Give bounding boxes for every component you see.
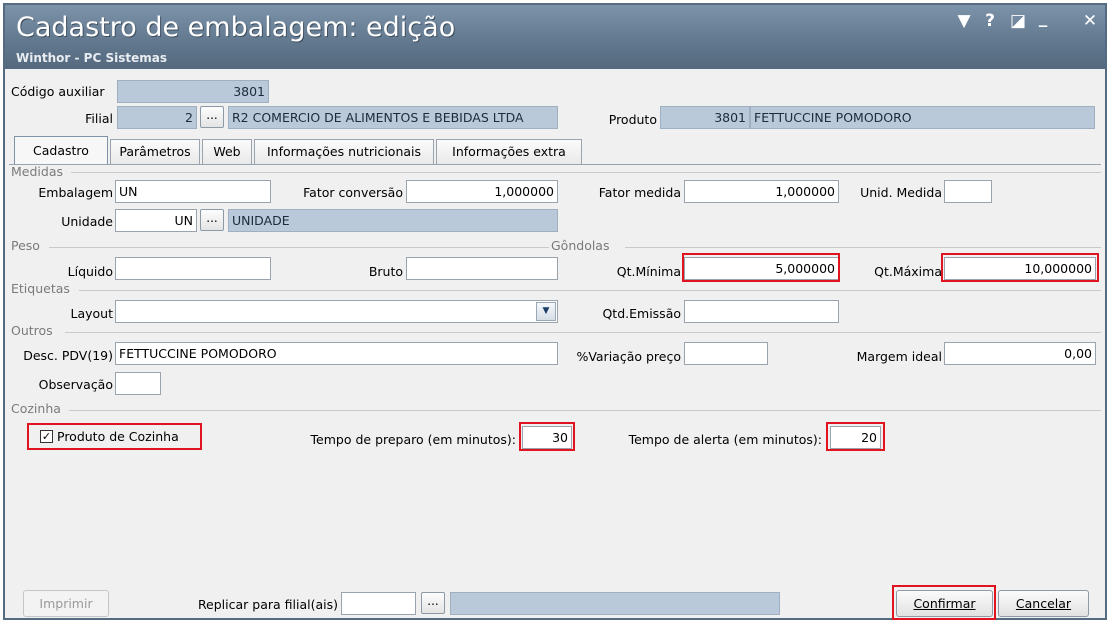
cozinha-separator xyxy=(69,410,1101,411)
tab-cadastro[interactable]: Cadastro xyxy=(14,136,108,165)
unidade-field[interactable]: UN xyxy=(115,209,197,232)
dialog-window: Cadastro de embalagem: edição Winthor - … xyxy=(3,3,1107,620)
unidade-desc-field: UNIDADE xyxy=(228,209,558,232)
layout-label: Layout xyxy=(70,306,114,321)
liquido-label: Líquido xyxy=(67,264,113,279)
unidade-label: Unidade xyxy=(61,214,113,229)
qtd-emissao-label: Qtd.Emissão xyxy=(602,306,681,321)
peso-section-label: Peso xyxy=(11,238,40,253)
qt-maxima-highlight xyxy=(941,253,1099,282)
gondolas-section-label: Gôndolas xyxy=(551,238,610,253)
tab-web[interactable]: Web xyxy=(202,139,252,164)
restore-icon[interactable]: ◪ xyxy=(1008,11,1028,31)
bruto-label: Bruto xyxy=(368,264,403,279)
window-title: Cadastro de embalagem: edição xyxy=(16,12,456,43)
fator-conversao-field[interactable]: 1,000000 xyxy=(406,180,558,203)
embalagem-field[interactable]: UN xyxy=(115,180,271,203)
filial-label: Filial xyxy=(85,111,113,126)
replicar-lookup-button[interactable]: ... xyxy=(421,592,445,614)
etiquetas-section-label: Etiquetas xyxy=(11,281,70,296)
qt-minima-label: Qt.Mínima xyxy=(616,264,681,279)
qtd-emissao-field[interactable] xyxy=(684,300,839,323)
replicar-label: Replicar para filial(ais) xyxy=(197,597,338,612)
observacao-label: Observação xyxy=(38,377,113,392)
unid-medida-field[interactable] xyxy=(944,180,992,203)
filial-lookup-button[interactable]: ... xyxy=(200,106,224,128)
produto-name-field: FETTUCCINE POMODORO xyxy=(750,106,1095,129)
codigo-auxiliar-label: Código auxiliar xyxy=(11,84,105,99)
unid-medida-label: Unid. Medida xyxy=(860,185,942,200)
produto-label: Produto xyxy=(608,112,657,127)
variacao-preco-label: %Variação preço xyxy=(576,349,681,364)
confirmar-highlight xyxy=(892,585,996,620)
outros-separator xyxy=(65,332,1101,333)
codigo-auxiliar-field[interactable]: 3801 xyxy=(117,80,269,103)
filial-field[interactable]: 2 xyxy=(117,106,197,129)
margem-ideal-label: Margem ideal xyxy=(856,349,942,364)
qt-minima-highlight xyxy=(682,253,840,282)
fator-conversao-label: Fator conversão xyxy=(303,185,403,200)
unidade-lookup-button[interactable]: ... xyxy=(200,209,224,231)
fator-medida-label: Fator medida xyxy=(598,185,681,200)
fator-medida-field[interactable]: 1,000000 xyxy=(684,180,839,203)
tempo-alerta-label: Tempo de alerta (em minutos): xyxy=(628,432,822,447)
tab-parametros[interactable]: Parâmetros xyxy=(110,139,200,164)
tab-informacoes-extra[interactable]: Informações extra xyxy=(436,139,582,164)
margem-ideal-field[interactable]: 0,00 xyxy=(944,342,1096,365)
cancelar-button[interactable]: Cancelar xyxy=(998,590,1089,617)
outros-section-label: Outros xyxy=(11,323,53,338)
title-bar[interactable]: Cadastro de embalagem: edição Winthor - … xyxy=(5,5,1105,69)
menu-dropdown-icon[interactable]: ▼ xyxy=(955,11,973,31)
minimize-icon[interactable]: _ xyxy=(1034,8,1052,28)
produto-cozinha-highlight xyxy=(27,423,202,450)
desc-pdv-label: Desc. PDV(19) xyxy=(23,348,113,363)
tempo-preparo-label: Tempo de preparo (em minutos): xyxy=(310,432,516,447)
liquido-field[interactable] xyxy=(115,257,271,280)
observacao-field[interactable] xyxy=(115,372,161,395)
gondolas-separator xyxy=(625,247,1101,248)
tempo-preparo-highlight xyxy=(519,422,575,451)
cozinha-section-label: Cozinha xyxy=(11,401,61,416)
tab-strip-border xyxy=(9,164,1101,165)
filial-name-field: R2 COMERCIO DE ALIMENTOS E BEBIDAS LTDA xyxy=(228,106,558,129)
produto-code-field: 3801 xyxy=(660,106,750,129)
imprimir-button[interactable]: Imprimir xyxy=(23,590,109,617)
close-icon[interactable]: ✕ xyxy=(1080,11,1100,31)
medidas-separator xyxy=(71,172,1101,173)
variacao-preco-field[interactable] xyxy=(684,342,768,365)
desc-pdv-field[interactable]: FETTUCCINE POMODORO xyxy=(115,342,558,365)
embalagem-label: Embalagem xyxy=(38,185,113,200)
replicar-desc-field xyxy=(450,592,780,615)
help-icon[interactable]: ? xyxy=(981,11,999,31)
bruto-field[interactable] xyxy=(406,257,558,280)
layout-select[interactable] xyxy=(115,300,558,323)
replicar-field[interactable] xyxy=(341,592,416,615)
etiquetas-separator xyxy=(79,290,1101,291)
layout-dropdown-icon[interactable]: ▼ xyxy=(536,302,556,321)
tempo-alerta-highlight xyxy=(826,422,885,451)
peso-separator xyxy=(49,247,549,248)
window-subtitle: Winthor - PC Sistemas xyxy=(16,51,167,65)
qt-maxima-label: Qt.Máxima xyxy=(874,264,942,279)
medidas-section-label: Medidas xyxy=(11,164,63,179)
tab-informacoes-nutricionais[interactable]: Informações nutricionais xyxy=(254,139,434,164)
